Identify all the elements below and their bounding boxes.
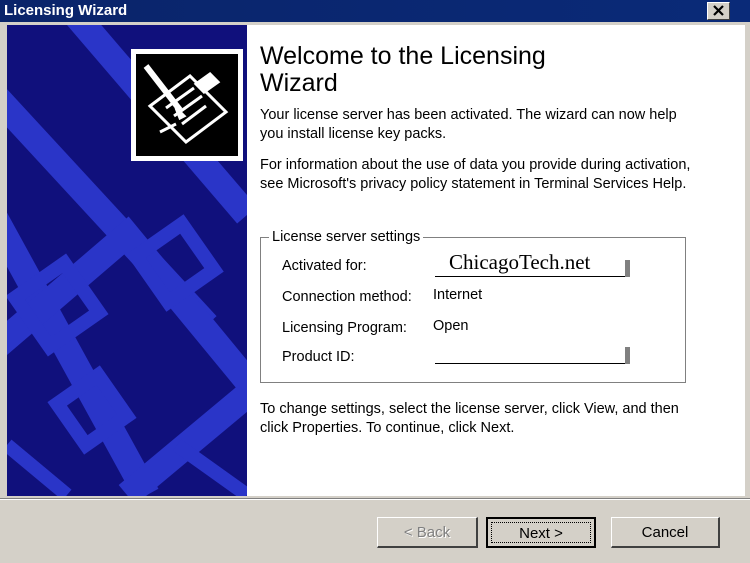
connection-method-label: Connection method:: [282, 289, 412, 305]
product-id-label: Product ID:: [282, 349, 355, 365]
connection-method-value: Internet: [433, 287, 483, 303]
group-legend: License server settings: [269, 229, 424, 245]
button-separator: [0, 498, 750, 500]
licensing-program-label: Licensing Program:: [282, 320, 407, 336]
activated-for-field: [435, 260, 630, 277]
next-button[interactable]: Next >: [486, 517, 596, 548]
license-server-settings-group: License server settings Activated for: C…: [260, 229, 686, 383]
window-title: Licensing Wizard: [4, 2, 128, 19]
instructions-text: To change settings, select the license s…: [260, 401, 679, 436]
back-button[interactable]: < Back: [377, 517, 478, 548]
activated-for-value: ChicagoTech.net: [449, 250, 591, 274]
close-x-icon: [713, 5, 724, 16]
cancel-button[interactable]: Cancel: [611, 517, 720, 548]
licensing-program-value: Open: [433, 318, 469, 334]
focus-ring: [491, 522, 591, 543]
wizard-content: Welcome to the Licensing Wizard Your lic…: [7, 25, 745, 496]
certificate-pen-icon: [143, 64, 229, 144]
intro-text: Your license server has been activated. …: [260, 107, 677, 142]
activated-for-label: Activated for:: [282, 258, 367, 274]
page-title: Welcome to the Licensing Wizard: [260, 42, 546, 97]
wizard-side-banner: [7, 25, 247, 496]
logo-tile: [131, 49, 243, 161]
privacy-text: For information about the use of data yo…: [260, 157, 691, 192]
product-id-field: [435, 347, 630, 364]
title-bar[interactable]: Licensing Wizard: [0, 0, 750, 22]
close-button[interactable]: [707, 2, 730, 20]
